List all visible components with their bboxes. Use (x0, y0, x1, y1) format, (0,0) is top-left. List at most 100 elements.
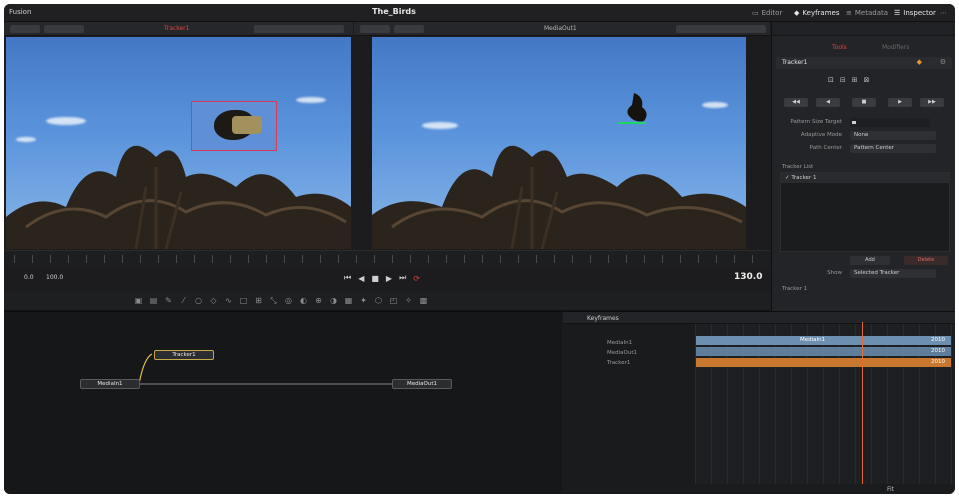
rectangle-mask-icon[interactable]: □ (239, 296, 248, 305)
toolbar-keyframes-button[interactable]: ◆ Keyframes (794, 7, 840, 19)
tracker-mode-icons: ⊡ ⊟ ⊞ ⊠ (828, 76, 870, 84)
track-forward-from-start-button[interactable]: ▶▶ (920, 98, 944, 107)
paint-tool-icon[interactable]: ✎ (164, 296, 173, 305)
path-center-dropdown[interactable]: Pattern Center (850, 144, 936, 153)
adaptive-mode-dropdown[interactable]: None (850, 131, 936, 140)
loop-icon[interactable]: ⟳ (413, 274, 420, 283)
settings-icon[interactable]: ⚙ (940, 58, 946, 66)
toolbar-metadata-button[interactable]: ≡ Metadata (846, 7, 888, 19)
keyframe-bar-mediain[interactable]: MediaIn1 2010 (696, 336, 951, 345)
blur-tool-icon[interactable]: ◎ (284, 296, 293, 305)
checkbox-icon[interactable]: ✓ (785, 175, 790, 181)
toolbar-editor-button[interactable]: ▭ Editor (752, 7, 782, 19)
keyframe-track-tracker[interactable]: Tracker1 (607, 360, 630, 366)
image-icon[interactable]: ⊠ (864, 76, 870, 84)
keyframe-track-mediaout[interactable]: MediaOut1 (607, 350, 637, 356)
circle-mask-icon[interactable]: ○ (194, 296, 203, 305)
color-tool-icon[interactable]: ◐ (299, 296, 308, 305)
tracker-tool-icon[interactable]: ⊕ (314, 296, 323, 305)
options-button[interactable]: ⋯ (940, 7, 947, 19)
polygon-mask-icon[interactable]: ◇ (209, 296, 218, 305)
add-tracker-button[interactable]: Add (850, 256, 890, 265)
fusion-app-window: Fusion The_Birds ▭ Editor ◆ Keyframes ≡ Met… (4, 4, 955, 494)
viewer-left-node-name: Tracker1 (164, 25, 190, 32)
display-icon[interactable]: ⊞ (852, 76, 858, 84)
brush-tool-icon[interactable]: ⁄ (179, 296, 188, 305)
node-editor[interactable]: MediaIn1 Tracker1 MediaOut1 (4, 311, 562, 494)
duration-field[interactable]: 100.0 (46, 274, 63, 281)
stop-tracking-button[interactable]: ■ (852, 98, 876, 107)
pattern-size-slider[interactable] (850, 118, 930, 127)
merge-tool-icon[interactable]: ⊞ (254, 296, 263, 305)
tree-image (6, 145, 351, 249)
sliders-icon: ☰ (894, 9, 901, 17)
3d-tool-icon[interactable]: ⬡ (374, 296, 383, 305)
keyer-tool-icon[interactable]: ▦ (344, 296, 353, 305)
transform-tool-icon[interactable]: ⤡ (269, 296, 278, 305)
viewer-right[interactable] (372, 37, 746, 249)
tracker-footer-label: Tracker 1 (782, 286, 808, 292)
render-tool-icon[interactable]: ▩ (419, 296, 428, 305)
track-forward-button[interactable]: ▶ (888, 98, 912, 107)
go-to-start-icon[interactable]: ⏮ (344, 273, 351, 283)
node-tracker[interactable]: Tracker1 (154, 350, 214, 360)
keyframe-track-mediain[interactable]: MediaIn1 (607, 340, 632, 346)
slider-handle[interactable] (852, 121, 856, 124)
node-mediain[interactable]: MediaIn1 (80, 379, 140, 389)
keyframe-bar-tracker[interactable]: 2010 (696, 358, 951, 367)
view-options-dropdown-right[interactable] (394, 25, 424, 33)
stop-icon[interactable]: ■ (371, 274, 379, 283)
tracker-path-marker[interactable] (618, 122, 646, 124)
tab-modifiers[interactable]: Modifiers (882, 44, 909, 51)
track-reverse-from-end-button[interactable]: ◀◀ (784, 98, 808, 107)
viewer-left[interactable] (6, 37, 351, 249)
tracker-pattern-preview[interactable] (191, 101, 277, 151)
current-frame[interactable]: 130.0 (734, 272, 762, 282)
track-reverse-button[interactable]: ◀ (816, 98, 840, 107)
light-tool-icon[interactable]: ✧ (404, 296, 413, 305)
bspline-mask-icon[interactable]: ∿ (224, 296, 233, 305)
playhead[interactable] (862, 322, 863, 484)
viewer-left-tools[interactable] (254, 25, 344, 33)
tracker-list: ✓ Tracker 1 (780, 172, 950, 252)
play-icon[interactable]: ▶ (386, 274, 392, 283)
tree-image (372, 145, 746, 249)
zoom-fit-dropdown[interactable]: Fit (887, 486, 894, 493)
matte-tool-icon[interactable]: ◑ (329, 296, 338, 305)
camera-tool-icon[interactable]: ◰ (389, 296, 398, 305)
text-tool-icon[interactable]: ▣ (134, 296, 143, 305)
sky-image (372, 37, 746, 249)
show-dropdown[interactable]: Selected Tracker (850, 269, 936, 278)
show-label: Show (827, 270, 842, 276)
step-back-icon[interactable]: ◀ (358, 274, 364, 283)
node-header[interactable]: Tracker1 ◆ ⚙ (776, 57, 952, 69)
keyframes-title: Keyframes (587, 315, 619, 322)
zoom-dropdown[interactable] (10, 25, 40, 33)
operation-icon[interactable]: ⊟ (840, 76, 846, 84)
tracker-list-item[interactable]: ✓ Tracker 1 (781, 173, 949, 183)
viewer-left-header: Tracker1 (4, 22, 353, 36)
particles-tool-icon[interactable]: ✦ (359, 296, 368, 305)
inspector-header (772, 22, 955, 36)
viewer-right-tools[interactable] (676, 25, 766, 33)
tracker-list-header: Tracker List (782, 164, 814, 170)
keyframe-bar-mediaout[interactable]: 2010 (696, 347, 951, 356)
delete-tracker-button[interactable]: Delete (904, 256, 948, 265)
node-mediaout[interactable]: MediaOut1 (392, 379, 452, 389)
zoom-dropdown-right[interactable] (360, 25, 390, 33)
background-tool-icon[interactable]: ▤ (149, 296, 158, 305)
app-title: Fusion (9, 8, 32, 16)
keyframes-header: Keyframes (563, 312, 955, 324)
metadata-icon: ≡ (846, 9, 852, 17)
ruler-ticks (14, 255, 760, 263)
go-to-end-icon[interactable]: ⏭ (399, 273, 406, 283)
adaptive-mode-label: Adaptive Mode (800, 132, 842, 138)
keyframe-icon[interactable]: ◆ (917, 58, 922, 66)
view-options-dropdown[interactable] (44, 25, 84, 33)
track-icon[interactable]: ⊡ (828, 76, 834, 84)
toolbar-inspector-button[interactable]: ☰ Inspector (894, 7, 936, 19)
timeline-ruler[interactable] (4, 250, 770, 266)
inspector-panel: Tools Modifiers Tracker1 ◆ ⚙ ⊡ ⊟ ⊞ ⊠ ◀◀ … (771, 22, 955, 311)
tab-tools[interactable]: Tools (832, 44, 847, 51)
start-frame-field[interactable]: 0.0 (24, 274, 34, 281)
